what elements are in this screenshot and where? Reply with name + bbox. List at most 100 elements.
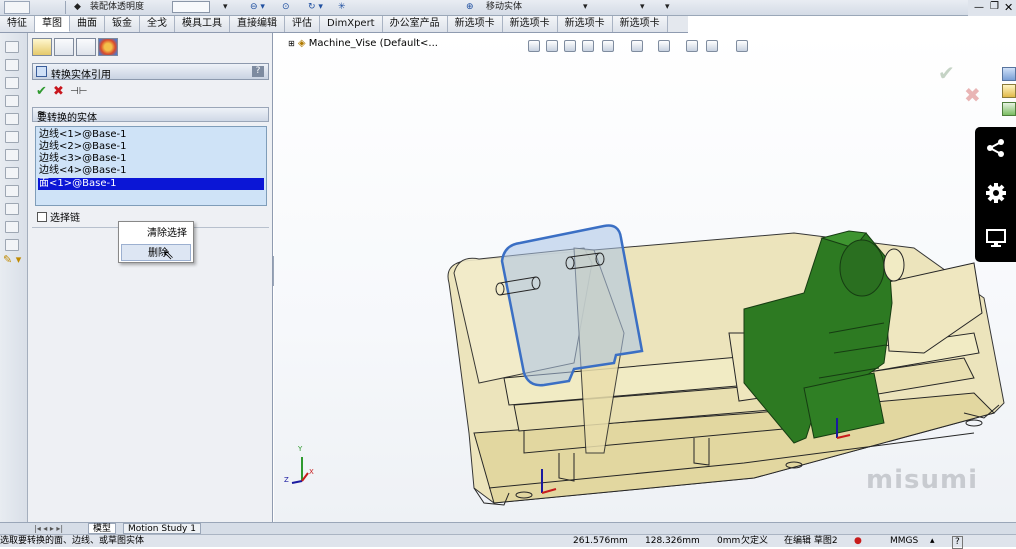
restore-icon[interactable]: ❐ <box>990 1 999 12</box>
unit-system[interactable]: MMGS <box>890 536 918 547</box>
task-pane-home-icon[interactable] <box>1002 84 1016 98</box>
status-bar: 选取要转换的面、边线、或草图实体 261.576mm 128.326mm 0mm… <box>0 534 1016 549</box>
entities-to-convert-list[interactable]: 边线<1>@Base-1 边线<2>@Base-1 边线<3>@Base-1 边… <box>35 126 267 206</box>
sketch-tool-icon[interactable] <box>5 59 19 71</box>
tab-features[interactable]: 特征 <box>0 16 35 32</box>
display-manager-tab-icon[interactable] <box>98 38 118 56</box>
tab-evaluate[interactable]: 评估 <box>285 16 320 32</box>
tab-scroll-arrows-icon[interactable]: |◂ ◂ ▸ ▸| <box>34 524 63 533</box>
dropdown-arrow-icon[interactable]: ▾ <box>640 1 645 14</box>
select-chain-checkbox[interactable] <box>37 211 47 222</box>
tab-direct-editing[interactable]: 直接编辑 <box>230 16 285 32</box>
tab-motion-study[interactable]: Motion Study 1 <box>123 523 201 534</box>
window-controls: — ❐ ✕ <box>968 0 1016 16</box>
list-item[interactable]: 边线<2>@Base-1 <box>38 141 264 153</box>
tab-office-products[interactable]: 办公室产品 <box>382 16 448 32</box>
tab-surfaces[interactable]: 曲面 <box>70 16 105 32</box>
tab-new-1[interactable]: 新选项卡 <box>447 16 503 32</box>
smart-dimension-icon[interactable]: ✎ ▾ <box>3 253 21 266</box>
tab-dimxpert[interactable]: DimXpert <box>320 16 383 32</box>
floating-side-panel <box>975 127 1016 262</box>
explode-icon[interactable]: ✳ <box>338 1 346 14</box>
rebuild-status-icon[interactable]: ● <box>854 536 862 547</box>
transparency-icon[interactable]: ◆ <box>74 1 81 14</box>
property-manager-tab-icon[interactable] <box>54 38 74 56</box>
triad-y-label: Y <box>298 445 303 453</box>
list-item-selected[interactable]: 面<1>@Base-1 <box>38 178 264 190</box>
sketch-tool-icon[interactable] <box>5 239 19 251</box>
select-chain-option[interactable]: 选择链 <box>37 209 80 224</box>
graphics-area[interactable]: ⊞ ◈ Machine_Vise (Default<... ✔ ✖ Y Z X … <box>274 33 1016 522</box>
sketch-definition-state: 欠定义 <box>741 536 769 546</box>
tab-model[interactable]: 模型 <box>88 523 117 534</box>
sketch-tool-icon[interactable] <box>5 77 19 89</box>
entities-group-header[interactable]: 要转换的实体 ≈ <box>32 107 269 124</box>
tab-sheet-metal[interactable]: 钣金 <box>105 16 140 32</box>
dropdown-arrow-icon[interactable]: ▾ <box>665 1 670 14</box>
task-pane-resources-icon[interactable] <box>1002 67 1016 81</box>
tab-weldments[interactable]: 全戈 <box>140 16 175 32</box>
triad-z-label: Z <box>284 476 289 484</box>
sketch-tool-icon[interactable] <box>5 185 19 197</box>
share-icon[interactable] <box>985 137 1007 159</box>
task-pane-library-icon[interactable] <box>1002 102 1016 116</box>
tab-sketch[interactable]: 草图 <box>35 16 70 32</box>
menu-item-clear-selections[interactable]: 清除选择 <box>121 225 191 242</box>
tab-new-4[interactable]: 新选项卡 <box>612 16 668 32</box>
tab-new-2[interactable]: 新选项卡 <box>502 16 558 32</box>
tab-mold-tools[interactable]: 模具工具 <box>175 16 230 32</box>
reference-triad <box>291 457 309 484</box>
help-button[interactable]: ? <box>252 66 264 77</box>
units-dropdown-icon[interactable]: ▴ <box>930 536 935 547</box>
list-item[interactable]: 边线<3>@Base-1 <box>38 153 264 165</box>
assembly-transparency-label[interactable]: 装配体透明度 <box>90 1 144 14</box>
sketch-tool-icon[interactable] <box>5 95 19 107</box>
minimize-icon[interactable]: — <box>974 2 984 13</box>
help-icon[interactable]: ? <box>952 536 963 549</box>
sketch-tool-icon[interactable] <box>5 221 19 233</box>
dropdown-arrow-icon[interactable]: ▾ <box>223 1 228 14</box>
tab-new-3[interactable]: 新选项卡 <box>557 16 613 32</box>
pushpin-icon[interactable]: ⊣⊢ <box>70 86 87 97</box>
gear-sm-icon[interactable]: ⊙ <box>282 1 290 14</box>
bottom-tab-strip: |◂ ◂ ▸ ▸| 模型 Motion Study 1 <box>0 522 1016 534</box>
transparency-dropdown[interactable] <box>172 1 210 13</box>
feature-manager-tab-icon[interactable] <box>32 38 52 56</box>
model-canvas[interactable] <box>274 33 1016 522</box>
page-title: 转换实体引用 <box>51 70 111 81</box>
cursor-y-coordinate: 128.326mm <box>645 536 700 546</box>
move-entity-label[interactable]: 移动实体 <box>486 1 522 14</box>
list-item[interactable]: 边线<4>@Base-1 <box>38 165 264 177</box>
sketch-tool-icon[interactable] <box>5 113 19 125</box>
sketch-tool-icon[interactable] <box>5 167 19 179</box>
link-icon[interactable]: ⊖ ▾ <box>250 1 265 14</box>
sketch-tool-icon[interactable] <box>5 41 19 53</box>
cancel-icon[interactable]: ✖ <box>53 84 64 99</box>
sketch-tool-icon[interactable] <box>5 203 19 215</box>
editing-context: 在编辑 草图2 <box>784 536 838 546</box>
command-manager-tabs: 特征 草图 曲面 钣金 全戈 模具工具 直接编辑 评估 DimXpert 办公室… <box>0 16 688 33</box>
sketch-tool-icon[interactable] <box>5 149 19 161</box>
move-entity-icon[interactable]: ⊕ <box>466 1 474 14</box>
cursor-z-coordinate: 0mm <box>717 536 741 546</box>
display-monitor-icon[interactable] <box>985 227 1007 249</box>
dropdown-arrow-icon[interactable]: ▾ <box>583 1 588 14</box>
convert-entities-icon <box>36 66 47 77</box>
close-icon[interactable]: ✕ <box>1004 1 1013 14</box>
property-manager: 转换实体引用 ? ✔ ✖ ⊣⊢ 要转换的实体 ≈ 边线<1>@Base-1 边线… <box>28 33 273 522</box>
menu-item-delete[interactable]: 删除 <box>121 244 191 261</box>
context-menu: 清除选择 删除 ⇖ <box>118 221 194 263</box>
list-item[interactable]: 边线<1>@Base-1 <box>38 129 264 141</box>
pm-header: 转换实体引用 ? <box>32 63 269 81</box>
ok-icon[interactable]: ✔ <box>36 84 47 99</box>
rotate-icon[interactable]: ↻ ▾ <box>308 1 323 14</box>
cursor-icon: ⇖ <box>163 248 174 263</box>
ribbon-button[interactable] <box>4 1 30 14</box>
triad-x-label: X <box>309 468 314 476</box>
ribbon-separator <box>46 1 66 14</box>
sketch-tool-icon[interactable] <box>5 131 19 143</box>
configuration-manager-tab-icon[interactable] <box>76 38 96 56</box>
collapse-icon[interactable]: ≈ <box>37 108 262 119</box>
settings-gear-icon[interactable] <box>985 182 1007 204</box>
status-message: 选取要转换的面、边线、或草图实体 <box>0 536 145 546</box>
